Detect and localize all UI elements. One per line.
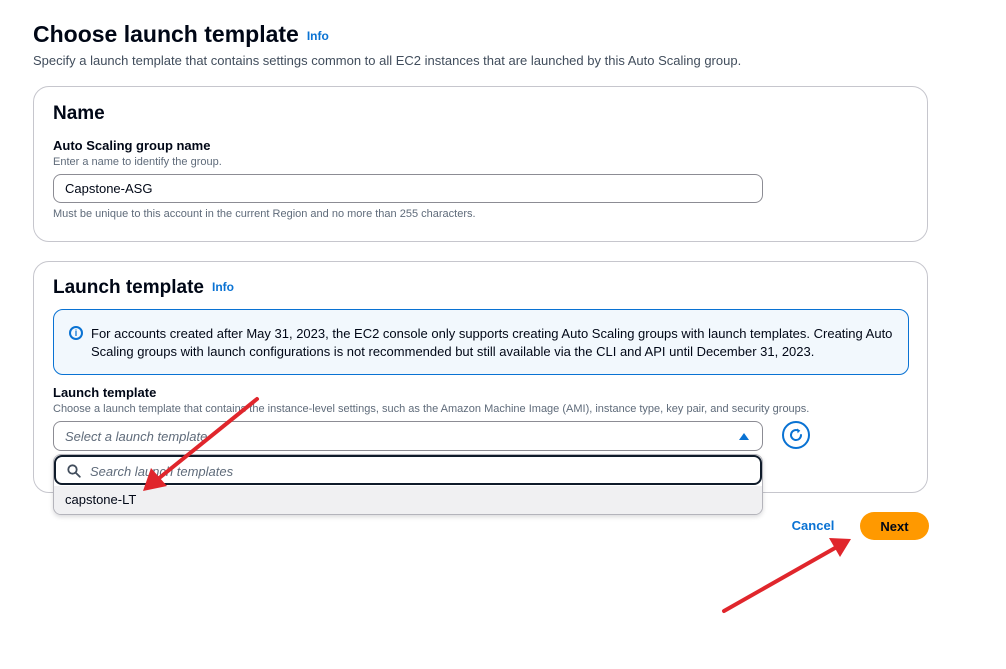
info-circle-icon: i <box>69 326 83 340</box>
asg-name-input[interactable] <box>53 174 763 203</box>
asg-name-label: Auto Scaling group name <box>53 138 211 153</box>
launch-template-select-placeholder: Select a launch template <box>65 429 208 444</box>
name-panel-title: Name <box>53 103 105 124</box>
annotation-arrow-next <box>722 538 851 613</box>
cancel-button[interactable]: Cancel <box>780 516 846 536</box>
launch-template-select[interactable]: Select a launch template <box>53 421 763 451</box>
name-panel: Name Auto Scaling group name Enter a nam… <box>33 86 928 242</box>
launch-template-panel-title-text: Launch template <box>53 277 204 298</box>
launch-template-description: Choose a launch template that contains t… <box>53 403 810 415</box>
launch-template-info-link[interactable]: Info <box>212 280 234 294</box>
refresh-button[interactable] <box>782 421 810 449</box>
search-icon <box>67 464 81 478</box>
dropdown-search-box <box>54 455 762 485</box>
asg-name-constraint: Must be unique to this account in the cu… <box>53 208 476 220</box>
page-title: Choose launch template Info <box>33 21 329 48</box>
dropdown-search-input[interactable] <box>88 460 742 482</box>
launch-template-dropdown: capstone-LT <box>53 454 763 515</box>
page-title-text: Choose launch template <box>33 21 299 47</box>
header-info-link[interactable]: Info <box>307 29 329 43</box>
page-description: Specify a launch template that contains … <box>33 53 742 68</box>
asg-name-description: Enter a name to identify the group. <box>53 156 222 168</box>
next-button[interactable]: Next <box>860 512 929 540</box>
launch-template-label: Launch template <box>53 385 157 400</box>
dropdown-option[interactable]: capstone-LT <box>54 486 762 514</box>
info-alert: i For accounts created after May 31, 202… <box>53 309 909 375</box>
launch-template-panel-title: Launch template Info <box>53 277 234 299</box>
refresh-icon <box>790 428 803 441</box>
caret-up-icon <box>739 433 749 440</box>
info-alert-text: For accounts created after May 31, 2023,… <box>91 326 893 359</box>
